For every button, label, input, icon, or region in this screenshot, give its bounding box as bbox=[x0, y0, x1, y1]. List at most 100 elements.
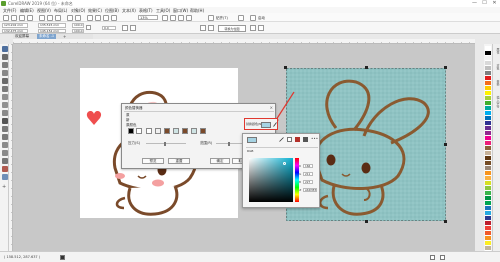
pick-tool-icon[interactable] bbox=[1, 46, 8, 52]
color-mixer-icon[interactable] bbox=[295, 137, 300, 142]
maximize-button[interactable]: ☐ bbox=[480, 0, 489, 7]
palette-swatch[interactable] bbox=[485, 66, 491, 71]
docker-tab-objects[interactable]: 对象 bbox=[494, 64, 500, 70]
new-document-icon[interactable] bbox=[3, 14, 9, 21]
open-icon[interactable] bbox=[11, 14, 17, 21]
docker-tab-transform[interactable]: 变换 bbox=[494, 80, 500, 86]
original-color-swatch[interactable] bbox=[128, 128, 134, 134]
dialog-close-icon[interactable]: × bbox=[270, 105, 273, 110]
eyedropper-icon[interactable] bbox=[273, 122, 277, 127]
selection-handle-top[interactable] bbox=[365, 66, 368, 69]
palette-swatch[interactable] bbox=[485, 141, 491, 146]
brown-swatch[interactable] bbox=[164, 128, 170, 134]
ok-button[interactable]: 确定 bbox=[210, 158, 230, 164]
palette-swatch[interactable] bbox=[485, 241, 491, 246]
scale-height-field[interactable]: 100.0 bbox=[72, 28, 84, 33]
print-icon[interactable] bbox=[27, 14, 33, 21]
fill-indicator-icon[interactable] bbox=[430, 255, 435, 260]
full-screen-icon[interactable] bbox=[162, 14, 168, 21]
transparency-tool-icon[interactable] bbox=[1, 150, 8, 156]
import-icon[interactable] bbox=[95, 14, 101, 21]
options-gear-icon[interactable] bbox=[238, 14, 244, 21]
selection-handle-bottom[interactable] bbox=[365, 220, 368, 223]
original-color-picker-icon[interactable] bbox=[136, 128, 142, 134]
palette-swatch[interactable] bbox=[485, 161, 491, 166]
palette-swatch[interactable] bbox=[485, 191, 491, 196]
palette-swatch[interactable] bbox=[485, 206, 491, 211]
color-model-label[interactable]: RGB bbox=[247, 149, 253, 153]
rotation-angle-field[interactable]: 0.0 bbox=[102, 25, 116, 30]
selection-handle-top-right[interactable] bbox=[444, 66, 447, 69]
minimize-button[interactable]: — bbox=[470, 0, 479, 7]
palette-swatch[interactable] bbox=[485, 106, 491, 111]
height-field[interactable]: 145.152 mm bbox=[38, 28, 66, 33]
palette-swatch[interactable] bbox=[485, 86, 491, 91]
color-eyedropper-tool-icon[interactable] bbox=[1, 158, 8, 164]
palette-swatch[interactable] bbox=[485, 56, 491, 61]
mirror-horizontal-icon[interactable] bbox=[122, 25, 128, 31]
color-viewer-icon[interactable] bbox=[287, 137, 292, 142]
brown-swatch-2[interactable] bbox=[182, 128, 188, 134]
rectangle-tool-icon[interactable] bbox=[1, 94, 8, 100]
g-value-field[interactable]: 211 bbox=[303, 171, 313, 176]
palette-swatch[interactable] bbox=[485, 171, 491, 176]
color-mode-icon[interactable] bbox=[146, 128, 152, 134]
docker-tab-properties[interactable]: 属性 bbox=[494, 48, 500, 54]
brown-swatch-3[interactable] bbox=[200, 128, 206, 134]
y-position-field[interactable]: 132.475 mm bbox=[2, 28, 28, 33]
palette-swatch[interactable] bbox=[485, 96, 491, 101]
preview-button[interactable]: 预览 bbox=[142, 158, 164, 164]
palette-swatch[interactable] bbox=[485, 121, 491, 126]
color-gradient-area[interactable] bbox=[249, 158, 293, 202]
light-swatch-2[interactable] bbox=[191, 128, 197, 134]
palette-swatch[interactable] bbox=[485, 186, 491, 191]
replace-color-swatch[interactable] bbox=[261, 121, 271, 128]
palette-swatch[interactable] bbox=[485, 176, 491, 181]
parallel-dimension-tool-icon[interactable] bbox=[1, 126, 8, 132]
palette-swatch[interactable] bbox=[485, 236, 491, 241]
gradient-cursor[interactable] bbox=[283, 162, 286, 165]
ellipse-tool-icon[interactable] bbox=[1, 102, 8, 108]
launch-label[interactable]: 启动 bbox=[258, 16, 265, 21]
crop-tool-icon[interactable] bbox=[1, 62, 8, 68]
reset-button[interactable]: 重置 bbox=[168, 158, 190, 164]
grid-icon[interactable] bbox=[178, 14, 184, 21]
add-tool-icon[interactable]: + bbox=[2, 184, 6, 190]
palette-swatch[interactable] bbox=[485, 196, 491, 201]
outline-indicator-icon[interactable] bbox=[440, 255, 445, 260]
color-mode-icon-2[interactable] bbox=[155, 128, 161, 134]
copy-icon[interactable] bbox=[47, 14, 53, 21]
palette-swatch[interactable] bbox=[485, 131, 491, 136]
eyedropper-icon-2[interactable] bbox=[279, 137, 284, 142]
palette-swatch[interactable] bbox=[485, 46, 491, 51]
search-icon[interactable] bbox=[87, 14, 93, 21]
rulers-icon[interactable] bbox=[170, 14, 176, 21]
palette-swatch[interactable] bbox=[485, 146, 491, 151]
launch-icon[interactable] bbox=[250, 14, 256, 21]
save-icon[interactable] bbox=[19, 14, 25, 21]
undo-icon[interactable] bbox=[67, 14, 73, 21]
resample-icon[interactable] bbox=[250, 25, 256, 31]
pressure-slider[interactable] bbox=[146, 141, 186, 146]
palette-swatch[interactable] bbox=[485, 61, 491, 66]
palette-swatch[interactable] bbox=[485, 231, 491, 236]
palette-swatch[interactable] bbox=[485, 136, 491, 141]
convert-to-bitmap-button[interactable]: 转换为位图 bbox=[218, 24, 246, 32]
palette-swatch[interactable] bbox=[485, 246, 491, 251]
polygon-tool-icon[interactable] bbox=[1, 110, 8, 116]
pressure-slider-knob[interactable] bbox=[164, 141, 166, 146]
scale-width-field[interactable]: 100.0 bbox=[72, 23, 84, 28]
zoom-tool-icon[interactable] bbox=[1, 70, 8, 76]
palette-swatch[interactable] bbox=[485, 51, 491, 56]
selection-handle-bottom-right[interactable] bbox=[444, 220, 447, 223]
palette-swatch[interactable] bbox=[485, 91, 491, 96]
palette-swatch[interactable] bbox=[485, 71, 491, 76]
palette-swatch[interactable] bbox=[485, 216, 491, 221]
palette-swatch[interactable] bbox=[485, 226, 491, 231]
fill-icon[interactable] bbox=[60, 255, 65, 260]
freehand-tool-icon[interactable] bbox=[1, 78, 8, 84]
range-slider-knob[interactable] bbox=[228, 141, 230, 146]
selection-handle-top-left[interactable] bbox=[284, 66, 287, 69]
r-value-field[interactable]: 166 bbox=[303, 163, 313, 168]
smart-fill-tool-icon[interactable] bbox=[1, 174, 8, 180]
